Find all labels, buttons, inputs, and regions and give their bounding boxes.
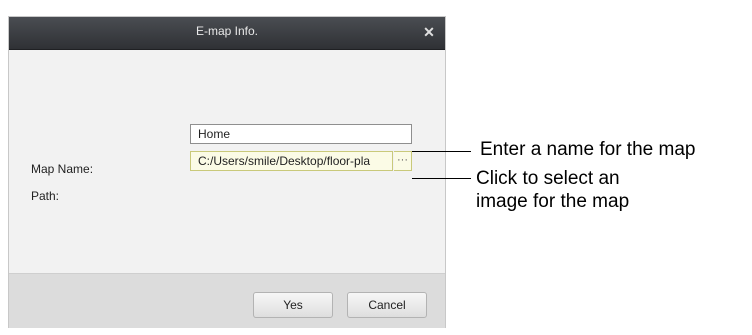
path-label: Path: <box>31 189 60 203</box>
dialog-footer: Yes Cancel <box>9 273 445 328</box>
path-callout-line <box>412 178 471 179</box>
name-callout-text: Enter a name for the map <box>480 139 696 160</box>
close-icon[interactable]: ✕ <box>420 23 438 41</box>
dialog-titlebar: E-map Info. ✕ <box>9 17 445 50</box>
name-callout-line <box>412 151 471 152</box>
map-name-label: Map Name: <box>31 162 94 176</box>
emap-info-dialog: E-map Info. ✕ Map Name: Path: Home C:/Us… <box>9 17 445 328</box>
path-input[interactable]: C:/Users/smile/Desktop/floor-pla <box>190 151 393 171</box>
path-callout-text-line1: Click to select an <box>476 168 620 189</box>
yes-button[interactable]: Yes <box>253 292 333 318</box>
dialog-title: E-map Info. <box>195 24 259 38</box>
path-callout-text-line2: image for the map <box>476 191 630 212</box>
browse-button[interactable]: ··· <box>394 151 412 171</box>
cancel-button[interactable]: Cancel <box>347 292 427 318</box>
map-name-input[interactable]: Home <box>190 124 412 144</box>
